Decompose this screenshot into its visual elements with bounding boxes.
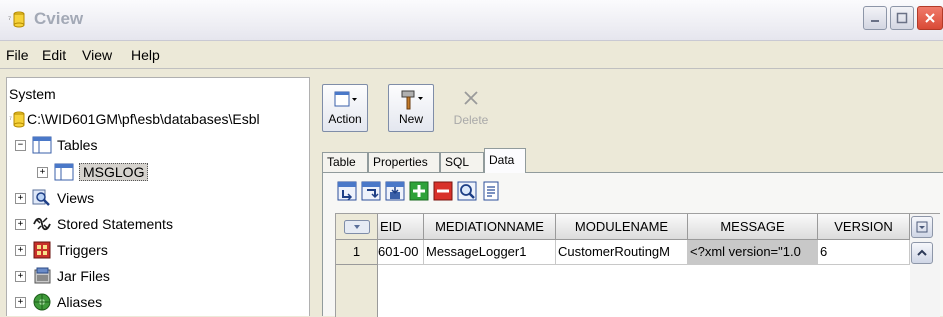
data-grid[interactable]: EID MEDIATIONNAME MODULENAME MESSAGE VER…	[335, 213, 940, 317]
delete-button[interactable]: Delete	[448, 84, 494, 132]
cell-message[interactable]: <?xml version="1.0	[688, 240, 818, 265]
data-tab-panel: EID MEDIATIONNAME MODULENAME MESSAGE VER…	[322, 172, 943, 317]
tree-label-tables: Tables	[57, 137, 98, 153]
tree-item-system[interactable]: System	[9, 86, 56, 102]
svg-text:⁷: ⁷	[8, 14, 11, 24]
stored-statements-icon	[33, 217, 51, 231]
tree-item-stored-statements[interactable]: + Stored Statements	[15, 215, 173, 233]
app-icon: ⁷	[8, 11, 25, 28]
tab-data[interactable]: Data	[484, 148, 526, 173]
expand-icon[interactable]: +	[15, 244, 26, 256]
tree-label-stored-statements: Stored Statements	[57, 216, 173, 232]
expand-icon[interactable]: +	[15, 192, 26, 204]
table-icon	[32, 136, 52, 154]
tree-label-jar-files: Jar Files	[57, 268, 110, 284]
expand-icon[interactable]: +	[37, 166, 48, 178]
tree-item-msglog[interactable]: + MSGLOG	[37, 163, 149, 181]
tab-table[interactable]: Table	[322, 152, 368, 172]
hammer-icon	[401, 90, 423, 110]
cell-version[interactable]: 6	[818, 240, 910, 265]
row-header-area	[336, 265, 378, 317]
window-title: Cview	[34, 9, 84, 28]
row-number[interactable]: 1	[336, 240, 378, 265]
new-button[interactable]: New	[388, 84, 434, 132]
column-header-modulename[interactable]: MODULENAME	[556, 214, 688, 240]
minimize-icon	[871, 20, 879, 22]
menu-help[interactable]: Help	[131, 47, 160, 63]
column-header-version[interactable]: VERSION	[818, 214, 910, 240]
table-icon	[54, 163, 74, 181]
tree-label-triggers: Triggers	[57, 242, 108, 258]
menu-file[interactable]: File	[6, 47, 29, 63]
tree-label-database: C:\WID601GM\pf\esb\databases\Esbl	[27, 111, 260, 127]
delete-x-icon	[464, 91, 478, 105]
tree-item-aliases[interactable]: + Aliases	[15, 293, 102, 311]
table-menu-icon	[334, 91, 357, 107]
scroll-menu-icon	[916, 221, 928, 233]
cell-eid[interactable]: 601-00	[378, 240, 424, 265]
tree-item-views[interactable]: + Views	[15, 189, 94, 207]
expand-icon[interactable]: +	[15, 270, 26, 282]
menu-edit[interactable]: Edit	[42, 47, 66, 63]
action-button[interactable]: Action	[322, 84, 368, 132]
minimize-button[interactable]	[863, 6, 887, 30]
database-icon: ⁷	[9, 111, 25, 128]
action-label: Action	[328, 112, 362, 126]
tree-item-tables[interactable]: − Tables	[15, 136, 97, 154]
menu-bar: File Edit View Help	[0, 41, 943, 69]
title-bar: ⁷ Cview	[0, 0, 943, 41]
cell-modulename[interactable]: CustomerRoutingM	[556, 240, 688, 265]
plus-icon[interactable]	[409, 181, 429, 201]
expand-icon[interactable]: +	[15, 218, 26, 230]
select-all-header[interactable]	[336, 214, 378, 240]
maximize-button[interactable]	[890, 6, 914, 30]
tree-pane[interactable]: System ⁷ C:\WID601GM\pf\esb\databases\Es…	[6, 77, 310, 316]
tab-sql[interactable]: SQL	[440, 152, 484, 172]
close-button[interactable]	[917, 6, 943, 30]
save-icon[interactable]	[385, 181, 405, 201]
expand-icon[interactable]: +	[15, 296, 26, 308]
scroll-menu-button[interactable]	[911, 216, 933, 238]
collapse-icon[interactable]: −	[15, 139, 26, 151]
scroll-up-icon	[917, 249, 927, 256]
column-header-eid[interactable]: EID	[378, 214, 424, 240]
column-header-mediationname[interactable]: MEDIATIONNAME	[424, 214, 556, 240]
notes-icon[interactable]	[481, 181, 501, 201]
minus-icon[interactable]	[433, 181, 453, 201]
cell-mediationname[interactable]: MessageLogger1	[424, 240, 556, 265]
column-header-message[interactable]: MESSAGE	[688, 214, 818, 240]
new-label: New	[398, 112, 423, 126]
jar-files-icon	[34, 267, 51, 284]
close-icon	[925, 13, 935, 23]
svg-text:⁷: ⁷	[9, 115, 12, 124]
views-icon	[32, 189, 50, 206]
tree-label-system: System	[9, 86, 56, 102]
tree-label-aliases: Aliases	[57, 294, 103, 310]
cell-eid-text: 601-00	[378, 244, 419, 259]
tab-properties[interactable]: Properties	[368, 152, 440, 172]
maximize-icon	[896, 12, 908, 24]
next-row-icon[interactable]	[361, 181, 381, 201]
tree-item-database[interactable]: ⁷ C:\WID601GM\pf\esb\databases\Esbl	[9, 110, 260, 128]
tree-label-views: Views	[57, 190, 95, 206]
tree-item-jar-files[interactable]: + Jar Files	[15, 267, 110, 285]
tree-item-triggers[interactable]: + Triggers	[15, 241, 108, 259]
detail-pane: Action New Delete Table Properties SQL D…	[316, 72, 943, 317]
triggers-icon	[33, 241, 51, 259]
scroll-up-button[interactable]	[911, 242, 933, 264]
tree-label-msglog: MSGLOG	[79, 163, 149, 181]
refresh-icon[interactable]	[337, 181, 357, 201]
aliases-icon	[33, 293, 51, 311]
column-filter-icon	[343, 220, 370, 234]
search-icon[interactable]	[457, 181, 477, 201]
vertical-scrollbar[interactable]	[910, 214, 940, 317]
delete-label: Delete	[453, 113, 489, 127]
menu-view[interactable]: View	[82, 47, 112, 63]
